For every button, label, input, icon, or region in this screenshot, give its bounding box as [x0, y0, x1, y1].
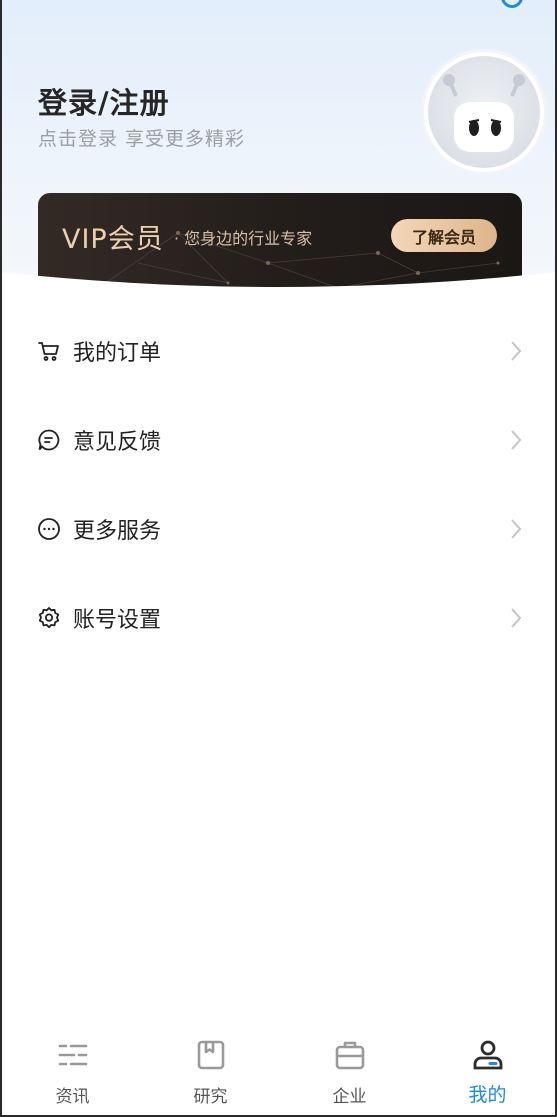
chevron-right-icon: [509, 339, 523, 363]
tab-label: 企业: [332, 1087, 367, 1107]
chevron-right-icon: [509, 428, 523, 452]
menu-item-orders[interactable]: 我的订单: [0, 306, 557, 395]
menu-item-feedback[interactable]: 意见反馈: [0, 395, 557, 484]
settings-icon: [36, 605, 62, 631]
tab-research[interactable]: 研究: [141, 1022, 280, 1117]
login-register-title[interactable]: 登录/注册: [38, 80, 170, 122]
bottom-tab-bar: 资讯 研究 企业 我的: [0, 1022, 557, 1117]
learn-membership-button[interactable]: 了解会员: [391, 219, 497, 252]
menu-item-more-services[interactable]: 更多服务: [0, 484, 557, 573]
menu-item-account-settings[interactable]: 账号设置: [0, 573, 557, 662]
tab-news[interactable]: 资讯: [3, 1022, 142, 1117]
enterprise-icon: [333, 1038, 367, 1072]
menu-list: 我的订单 意见反馈 更多服务 账号设置: [0, 306, 557, 662]
more-icon: [36, 516, 62, 542]
avatar[interactable]: [424, 52, 544, 172]
news-icon: [56, 1038, 90, 1072]
tab-label: 资讯: [55, 1087, 90, 1107]
feedback-icon: [36, 427, 62, 453]
menu-item-label: 更多服务: [73, 518, 162, 544]
menu-item-label: 我的订单: [73, 340, 162, 366]
chevron-right-icon: [509, 517, 523, 541]
menu-item-label: 账号设置: [73, 607, 162, 633]
chevron-right-icon: [509, 606, 523, 630]
login-subtitle[interactable]: 点击登录 享受更多精彩: [38, 124, 245, 151]
robot-avatar-icon: [428, 56, 540, 168]
vip-title: VIP会员: [62, 224, 164, 255]
research-icon: [194, 1038, 228, 1072]
cart-icon: [36, 338, 62, 364]
tab-enterprise[interactable]: 企业: [280, 1022, 419, 1117]
tab-mine[interactable]: 我的: [418, 1022, 557, 1117]
vip-subtitle: · 您身边的行业专家: [174, 229, 313, 248]
menu-item-label: 意见反馈: [73, 429, 162, 455]
profile-icon: [471, 1038, 505, 1072]
tab-label: 研究: [193, 1087, 228, 1107]
tab-label: 我的: [468, 1084, 507, 1106]
